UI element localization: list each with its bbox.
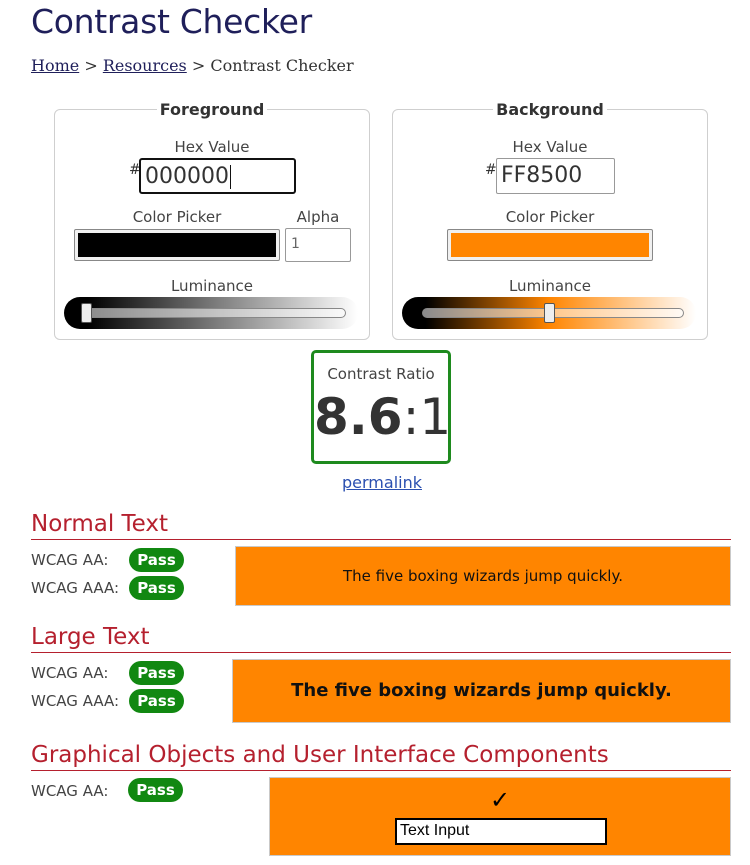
background-hex-label: Hex Value (512, 138, 588, 156)
normal-text-sample: The five boxing wizards jump quickly. (235, 546, 731, 606)
sample-text-input[interactable]: Text Input (395, 818, 607, 845)
breadcrumb-current: Contrast Checker (210, 56, 354, 75)
background-picker-label: Color Picker (505, 208, 595, 226)
normal-text-heading: Normal Text (31, 511, 731, 540)
background-legend: Background (496, 100, 604, 119)
contrast-ratio-suffix: :1 (402, 388, 452, 446)
foreground-picker-label: Color Picker (132, 208, 222, 226)
alpha-label: Alpha (296, 208, 340, 226)
permalink-link[interactable]: permalink (342, 473, 422, 492)
foreground-luminance-label: Luminance (170, 277, 254, 295)
text-caret (229, 165, 231, 189)
large-text-aa-label: WCAG AA: (31, 664, 109, 682)
normal-text-aaa-pass-badge: Pass (129, 576, 184, 600)
large-text-aaa-label: WCAG AAA: (31, 692, 120, 710)
breadcrumb-home-link[interactable]: Home (31, 56, 79, 75)
large-text-aa-pass-badge: Pass (129, 661, 184, 685)
background-luminance-slider[interactable] (402, 297, 696, 329)
slider-thumb[interactable] (81, 303, 92, 323)
breadcrumb-resources-link[interactable]: Resources (103, 56, 187, 75)
graphical-sample: ✓ Text Input (269, 777, 731, 856)
background-hash-symbol: # (485, 162, 497, 178)
breadcrumb: Home > Resources > Contrast Checker (31, 56, 354, 75)
normal-text-aaa-label: WCAG AAA: (31, 579, 120, 597)
foreground-luminance-slider[interactable] (64, 297, 358, 329)
background-luminance-label: Luminance (508, 277, 592, 295)
contrast-ratio-value: 8.6:1 (314, 387, 451, 447)
graphical-aa-pass-badge: Pass (128, 778, 183, 802)
background-color-picker[interactable] (447, 229, 653, 261)
contrast-ratio-label: Contrast Ratio (327, 365, 435, 383)
foreground-hex-label: Hex Value (174, 138, 250, 156)
normal-text-aa-label: WCAG AA: (31, 551, 109, 569)
graphical-aa-label: WCAG AA: (31, 782, 109, 800)
foreground-hex-input[interactable]: 000000 (139, 158, 296, 194)
background-color-swatch (451, 233, 649, 257)
large-text-heading: Large Text (31, 624, 731, 653)
checkmark-icon: ✓ (489, 786, 511, 814)
normal-text-aa-pass-badge: Pass (129, 548, 184, 572)
slider-rail (84, 308, 346, 318)
breadcrumb-separator: > (186, 56, 211, 75)
contrast-ratio-box: Contrast Ratio 8.6:1 (311, 350, 451, 464)
foreground-color-picker[interactable] (74, 229, 280, 261)
background-hex-input[interactable]: FF8500 (496, 158, 615, 194)
large-text-aaa-pass-badge: Pass (129, 689, 184, 713)
foreground-hex-value: 000000 (145, 164, 229, 189)
alpha-input[interactable]: 1 (285, 228, 351, 262)
foreground-color-swatch (78, 233, 276, 257)
breadcrumb-separator: > (79, 56, 103, 75)
slider-thumb[interactable] (543, 303, 555, 323)
page-title: Contrast Checker (31, 2, 312, 41)
background-hex-value: FF8500 (501, 163, 583, 188)
foreground-legend: Foreground (159, 100, 265, 119)
graphical-objects-heading: Graphical Objects and User Interface Com… (31, 742, 731, 771)
large-text-sample: The five boxing wizards jump quickly. (232, 659, 731, 723)
contrast-ratio-number: 8.6 (314, 388, 403, 446)
